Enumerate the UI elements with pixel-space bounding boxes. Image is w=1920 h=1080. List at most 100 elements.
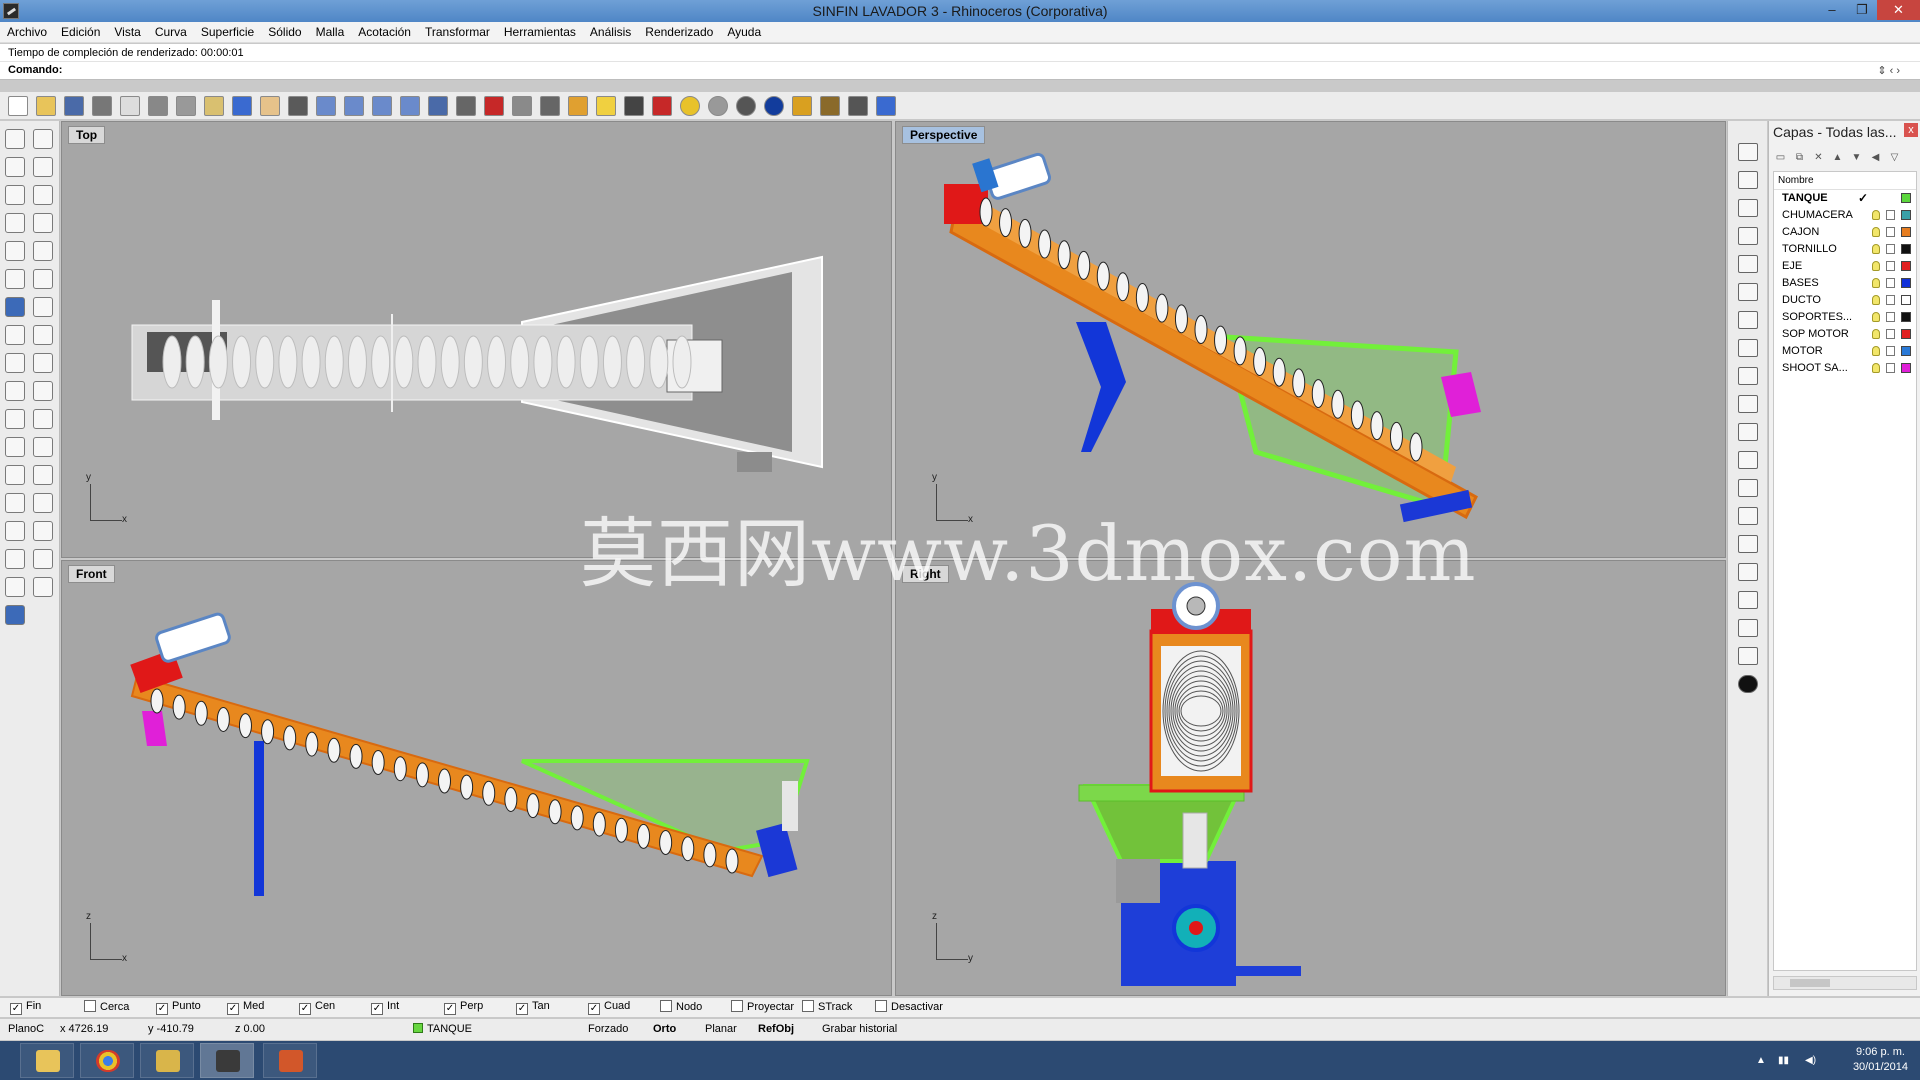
mesh-icon[interactable] xyxy=(33,381,53,401)
layer-visible-bulb-icon[interactable] xyxy=(1872,329,1880,339)
extend-icon[interactable] xyxy=(5,241,25,261)
viewport-right[interactable]: Right yz xyxy=(895,560,1726,996)
osnap-checkbox[interactable] xyxy=(731,1000,743,1012)
boolean-icon[interactable] xyxy=(33,297,53,317)
scale-icon[interactable] xyxy=(5,521,25,541)
rotate-icon[interactable] xyxy=(5,493,25,513)
cut-icon[interactable] xyxy=(148,96,168,116)
layer-lock-icon[interactable] xyxy=(1886,210,1895,220)
mirror-icon[interactable] xyxy=(33,493,53,513)
menu-ayuda[interactable]: Ayuda xyxy=(720,22,768,42)
loft-icon[interactable] xyxy=(33,269,53,289)
layer-lock-icon[interactable] xyxy=(1886,312,1895,322)
explode-icon[interactable] xyxy=(5,409,25,429)
layer-color-swatch[interactable] xyxy=(1901,295,1911,305)
status-current-layer[interactable]: TANQUE xyxy=(413,1023,472,1035)
layer-row-cajon[interactable]: CAJON xyxy=(1774,224,1916,241)
dimension-tool-icon-18[interactable] xyxy=(1738,619,1758,637)
osnap-checkbox[interactable]: ✓ xyxy=(227,1003,239,1015)
osnap-checkbox[interactable] xyxy=(875,1000,887,1012)
osnap-checkbox[interactable]: ✓ xyxy=(444,1003,456,1015)
layer-row-eje[interactable]: EJE xyxy=(1774,258,1916,275)
lock-icon[interactable] xyxy=(624,96,644,116)
osnap-desactivar[interactable]: Desactivar xyxy=(875,1000,943,1013)
sphere-render-icon[interactable] xyxy=(736,96,756,116)
osnap-checkbox[interactable] xyxy=(802,1000,814,1012)
menu-malla[interactable]: Malla xyxy=(309,22,352,42)
layer-color-swatch[interactable] xyxy=(1901,193,1911,203)
zoom-extents-icon[interactable] xyxy=(372,96,392,116)
viewport-front[interactable]: Front xz xyxy=(61,560,892,996)
command-history-arrows[interactable]: ⇕ ‹ › xyxy=(1877,64,1900,77)
layer-visible-bulb-icon[interactable] xyxy=(1872,278,1880,288)
dimension-tool-icon-3[interactable] xyxy=(1738,199,1758,217)
osnap-checkbox[interactable]: ✓ xyxy=(156,1003,168,1015)
options-icon[interactable] xyxy=(848,96,868,116)
grid-icon[interactable] xyxy=(456,96,476,116)
menu-herramientas[interactable]: Herramientas xyxy=(497,22,583,42)
light-icon[interactable] xyxy=(596,96,616,116)
osnap-checkbox[interactable]: ✓ xyxy=(10,1003,22,1015)
trim-icon[interactable] xyxy=(33,409,53,429)
dimension-tool-icon-20[interactable] xyxy=(1738,675,1758,693)
layer-color-swatch[interactable] xyxy=(1901,244,1911,254)
layer-shield-icon[interactable] xyxy=(652,96,672,116)
dimension-tool-icon-15[interactable] xyxy=(1738,535,1758,553)
undo-icon[interactable] xyxy=(232,96,252,116)
layer-lock-icon[interactable] xyxy=(1886,261,1895,271)
group-icon[interactable] xyxy=(33,437,53,457)
taskbar-chrome[interactable] xyxy=(80,1043,134,1078)
color-wheel-icon[interactable] xyxy=(680,96,700,116)
layer-row-sop-motor[interactable]: SOP MOTOR xyxy=(1774,326,1916,343)
dimension-tool-icon-19[interactable] xyxy=(1738,647,1758,665)
menu-curva[interactable]: Curva xyxy=(148,22,194,42)
blue-sphere-icon[interactable] xyxy=(764,96,784,116)
osnap-med[interactable]: ✓ Med xyxy=(227,1000,264,1015)
dimension-tool-icon-7[interactable] xyxy=(1738,311,1758,329)
taskbar-rhino[interactable] xyxy=(200,1043,254,1078)
ellipse-icon[interactable] xyxy=(33,185,53,205)
dimension-icon[interactable] xyxy=(33,549,53,569)
scrollbar-thumb[interactable] xyxy=(1790,979,1830,987)
layer-visible-bulb-icon[interactable] xyxy=(1872,312,1880,322)
menu-analisis[interactable]: Análisis xyxy=(583,22,638,42)
move-icon[interactable] xyxy=(288,96,308,116)
move-icon[interactable] xyxy=(5,465,25,485)
dimension-tool-icon-1[interactable] xyxy=(1738,143,1758,161)
print-icon[interactable] xyxy=(92,96,112,116)
layer-visible-bulb-icon[interactable] xyxy=(1872,346,1880,356)
revolve-icon[interactable] xyxy=(33,353,53,373)
camera-icon[interactable] xyxy=(540,96,560,116)
status-plane[interactable]: PlanoC xyxy=(8,1023,44,1035)
menu-superficie[interactable]: Superficie xyxy=(194,22,261,42)
polyline-icon[interactable] xyxy=(5,157,25,177)
save-icon[interactable] xyxy=(64,96,84,116)
dimension-tool-icon-16[interactable] xyxy=(1738,563,1758,581)
osnap-checkbox[interactable]: ✓ xyxy=(588,1003,600,1015)
taskbar-clock[interactable]: 9:06 p. m. 30/01/2014 xyxy=(1853,1045,1908,1075)
zoom-selected-icon[interactable] xyxy=(400,96,420,116)
align-icon[interactable] xyxy=(33,521,53,541)
osnap-int[interactable]: ✓ Int xyxy=(371,1000,399,1015)
dimension-tool-icon-5[interactable] xyxy=(1738,255,1758,273)
pan-hand-icon[interactable] xyxy=(260,96,280,116)
open-folder-icon[interactable] xyxy=(36,96,56,116)
layers-horizontal-scrollbar[interactable] xyxy=(1773,976,1917,990)
layer-color-swatch[interactable] xyxy=(1901,346,1911,356)
dimension-tool-icon-13[interactable] xyxy=(1738,479,1758,497)
layer-row-bases[interactable]: BASES xyxy=(1774,275,1916,292)
dimension-tool-icon-14[interactable] xyxy=(1738,507,1758,525)
polygon-icon[interactable] xyxy=(5,213,25,233)
join-icon[interactable] xyxy=(5,437,25,457)
copy-icon[interactable] xyxy=(176,96,196,116)
layers-panel-close-button[interactable]: x xyxy=(1904,123,1918,137)
layer-visible-bulb-icon[interactable] xyxy=(1872,363,1880,373)
layer-color-swatch[interactable] xyxy=(1901,363,1911,373)
layer-visible-bulb-icon[interactable] xyxy=(1872,295,1880,305)
command-prompt[interactable]: Comando: xyxy=(0,62,1920,80)
layer-lock-icon[interactable] xyxy=(1886,346,1895,356)
layer-visible-bulb-icon[interactable] xyxy=(1872,210,1880,220)
dimension-tool-icon-4[interactable] xyxy=(1738,227,1758,245)
status-forzado[interactable]: Forzado xyxy=(588,1023,628,1035)
extrude-icon[interactable] xyxy=(33,325,53,345)
